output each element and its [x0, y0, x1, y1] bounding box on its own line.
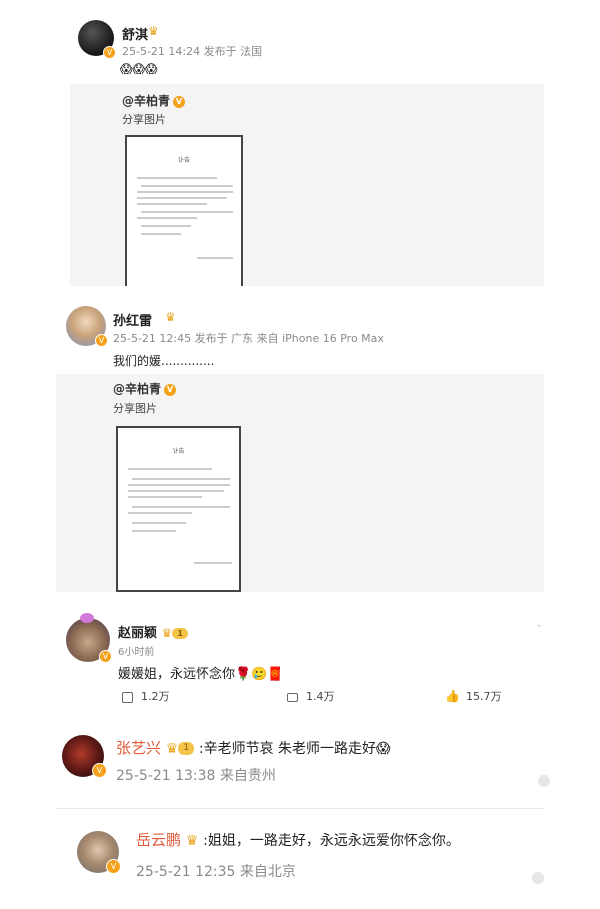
like-button[interactable]: 👍 15.7万 [445, 688, 501, 704]
post-text: 媛媛姐，永远怀念你🌹🥲🧧 [118, 667, 284, 682]
author-name[interactable]: 孙红雷 [113, 310, 152, 329]
level-badge: 1 [178, 742, 195, 755]
repost-button[interactable]: 1.2万 [122, 688, 170, 704]
post-text: 我们的媛.............. [113, 354, 215, 368]
crown-icon: ♛ [148, 24, 159, 38]
crown-icon: ♛ [165, 741, 179, 757]
commenter-name[interactable]: 岳云鹏 [136, 831, 181, 849]
verified-badge-icon: V [95, 334, 108, 347]
post-meta: 25-5-21 14:24 发布于 法国 [122, 45, 263, 58]
comment-line: 张艺兴 ♛ 1 :辛老师节哀 朱老师一路走好😱 [116, 737, 391, 758]
post-meta: 25-5-21 12:45 发布于 广东 来自 iPhone 16 Pro Ma… [113, 332, 384, 345]
avatar-bubble-icon [80, 613, 94, 623]
level-badge: 1 [172, 628, 188, 639]
crown-icon: ♛ [185, 833, 199, 849]
verified-badge-icon: V [106, 859, 121, 874]
comment-button[interactable]: 1.4万 [287, 688, 335, 704]
commenter-name[interactable]: 张艺兴 [116, 739, 161, 757]
thumbs-up-icon: 👍 [445, 689, 460, 703]
more-icon[interactable] [538, 775, 550, 787]
share-image-label: 分享图片 [122, 113, 166, 126]
more-icon[interactable] [532, 872, 544, 884]
comment-line: 岳云鹏 ♛ :姐姐，一路走好，永远永远爱你怀念你。 [136, 829, 460, 850]
shared-author-mention[interactable]: @辛柏青 V [122, 92, 186, 109]
share-image-label: 分享图片 [113, 402, 157, 415]
shared-author-mention[interactable]: @辛柏青 V [113, 380, 177, 397]
repost-icon [122, 691, 133, 703]
verified-badge-icon: V [173, 95, 186, 108]
author-name-text: 赵丽颖 [118, 626, 158, 641]
comment-text: :辛老师节哀 朱老师一路走好😱 [198, 741, 391, 757]
crown-icon: ♛ [165, 310, 176, 324]
verified-badge-icon: V [164, 383, 177, 396]
post-text: 😱😱😱 [120, 62, 158, 76]
comment-meta: 25-5-21 12:35 来自北京 [136, 864, 296, 880]
repost-count: 1.2万 [141, 690, 170, 703]
mention-text: @辛柏青 [122, 94, 171, 108]
obituary-image[interactable]: 讣告 [125, 135, 243, 286]
more-chevron-icon[interactable]: ˎ [537, 616, 542, 627]
author-name[interactable]: 赵丽颖 ♛ 1 [118, 622, 188, 641]
divider [56, 808, 544, 809]
verified-badge-icon: V [103, 46, 116, 59]
verified-badge-icon: V [92, 763, 107, 778]
comment-count: 1.4万 [306, 690, 335, 703]
post-time: 6小时前 [118, 647, 155, 658]
comment-meta: 25-5-21 13:38 来自贵州 [116, 768, 276, 784]
like-count: 15.7万 [465, 690, 502, 703]
comment-icon [287, 692, 298, 702]
obituary-image[interactable]: 讣告 [116, 426, 241, 592]
verified-badge-icon: V [99, 650, 112, 663]
comment-text: :姐姐，一路走好，永远永远爱你怀念你。 [203, 833, 460, 849]
mention-text: @辛柏青 [113, 382, 162, 396]
crown-icon: ♛ [161, 626, 173, 640]
author-name[interactable]: 舒淇 [122, 24, 148, 43]
doc-title: 讣告 [172, 448, 185, 455]
doc-title: 讣告 [177, 157, 190, 164]
